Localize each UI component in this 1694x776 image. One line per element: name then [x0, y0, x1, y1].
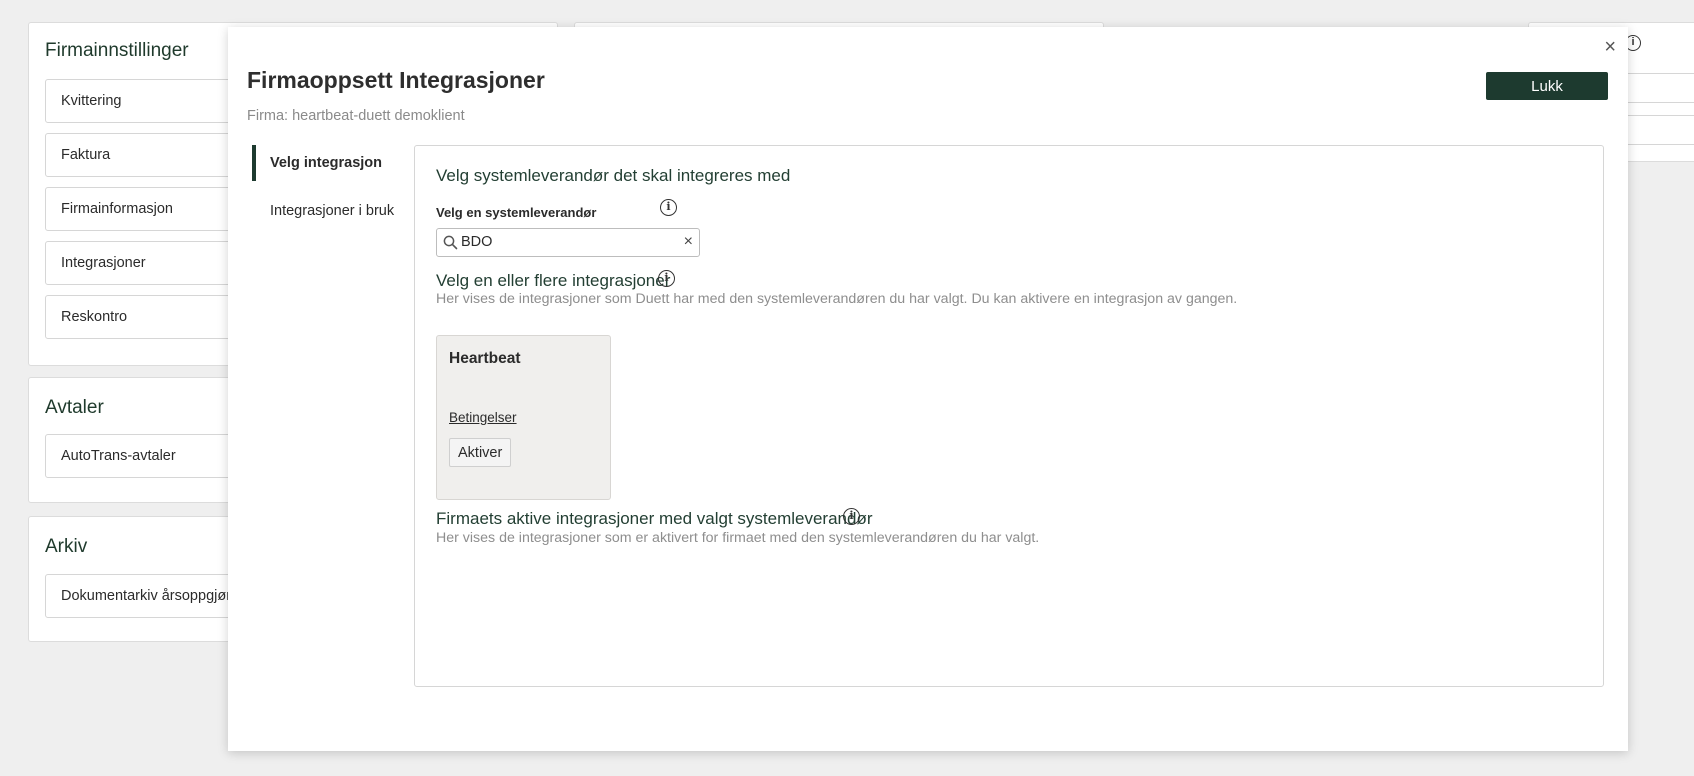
- integration-card-title: Heartbeat: [449, 350, 521, 367]
- right-row-2: [1627, 115, 1694, 145]
- nav-item-velg-integrasjon[interactable]: Velg integrasjon: [252, 145, 412, 181]
- active-integrations-description: Her vises de integrasjoner som er aktive…: [436, 530, 1040, 546]
- terms-link[interactable]: Betingelser: [449, 410, 517, 425]
- info-icon[interactable]: i: [658, 270, 675, 287]
- integrations-modal: × Firmaoppsett Integrasjoner Firma: hear…: [228, 27, 1628, 751]
- firmainnstillinger-title: Firmainnstillinger: [45, 40, 189, 61]
- close-icon[interactable]: ×: [1604, 35, 1616, 59]
- modal-side-nav: Velg integrasjon Integrasjoner i bruk: [252, 145, 412, 241]
- supplier-section-heading: Velg systemleverandør det skal integrere…: [436, 166, 791, 185]
- close-button[interactable]: Lukk: [1486, 72, 1608, 100]
- supplier-search-field[interactable]: ×: [436, 228, 700, 257]
- search-icon: [443, 235, 458, 255]
- active-integrations-heading: Firmaets aktive integrasjoner med valgt …: [436, 509, 873, 528]
- arkiv-title: Arkiv: [45, 536, 88, 557]
- nav-item-integrasjoner-i-bruk[interactable]: Integrasjoner i bruk: [252, 193, 412, 229]
- integration-card: Heartbeat Betingelser Aktiver: [436, 335, 611, 500]
- info-icon[interactable]: i: [660, 199, 677, 216]
- activate-button[interactable]: Aktiver: [449, 438, 512, 467]
- avtaler-title: Avtaler: [45, 397, 104, 418]
- clear-icon[interactable]: ×: [684, 232, 693, 252]
- integrations-section-description: Her vises de integrasjoner som Duett har…: [436, 291, 1238, 307]
- supplier-search-input[interactable]: [461, 229, 661, 256]
- right-row-1: [1627, 73, 1694, 103]
- supplier-field-label: Velg en systemleverandør: [436, 205, 597, 220]
- modal-subtitle: Firma: heartbeat-duett demoklient: [247, 108, 465, 124]
- info-icon[interactable]: i: [843, 508, 860, 525]
- modal-title: Firmaoppsett Integrasjoner: [247, 67, 545, 93]
- content-panel: Velg systemleverandør det skal integrere…: [414, 145, 1604, 687]
- integrations-section-heading: Velg en eller flere integrasjoner: [436, 271, 671, 290]
